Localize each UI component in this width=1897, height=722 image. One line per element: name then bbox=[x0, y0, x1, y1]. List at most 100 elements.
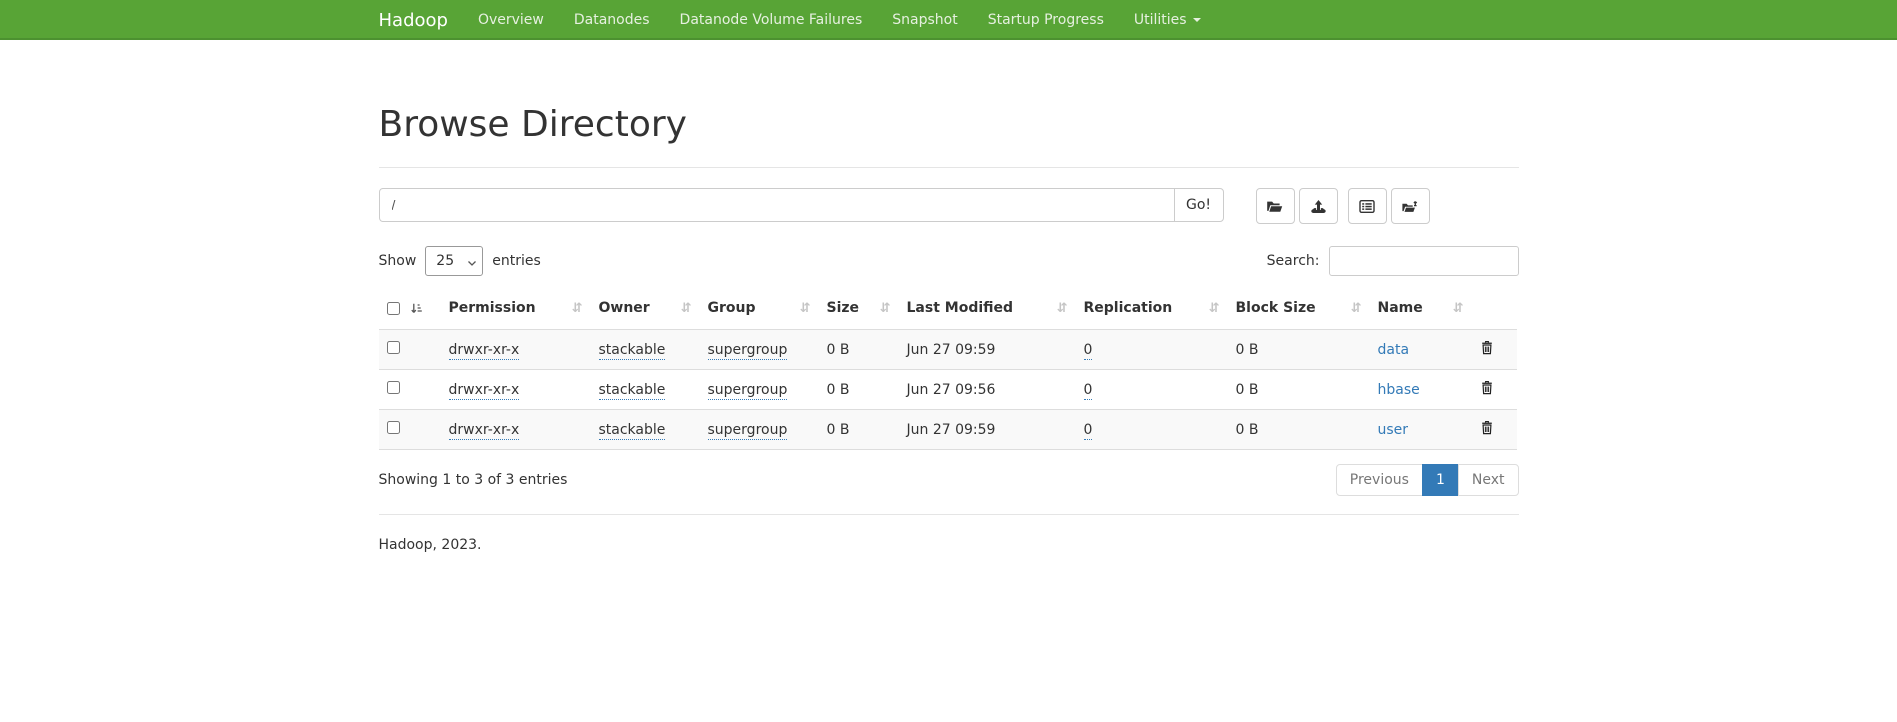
go-button[interactable]: Go! bbox=[1174, 188, 1224, 222]
column-header-name[interactable]: Name ⇵ bbox=[1370, 288, 1472, 330]
column-header-block-size[interactable]: Block Size ⇵ bbox=[1228, 288, 1370, 330]
column-label: Block Size bbox=[1236, 300, 1316, 316]
nav-item-overview[interactable]: Overview bbox=[463, 0, 559, 40]
footer-text: Hadoop, 2023. bbox=[379, 537, 1519, 553]
column-label: Last Modified bbox=[907, 300, 1014, 316]
directory-path-input[interactable] bbox=[379, 188, 1175, 222]
group-cell[interactable]: supergroup bbox=[708, 382, 788, 400]
upload-files-button[interactable] bbox=[1299, 188, 1338, 224]
column-label: Owner bbox=[599, 300, 650, 316]
column-label: Group bbox=[708, 300, 756, 316]
path-input-group: Go! bbox=[379, 188, 1224, 222]
select-all-header[interactable] bbox=[379, 288, 441, 330]
pagination-page-1[interactable]: 1 bbox=[1422, 464, 1459, 496]
delete-button[interactable] bbox=[1480, 380, 1494, 395]
sort-both-icon: ⇵ bbox=[681, 300, 692, 317]
sort-ascending-icon bbox=[410, 302, 423, 315]
directory-link[interactable]: data bbox=[1378, 342, 1410, 358]
nav-item-label: Overview bbox=[478, 12, 544, 28]
sort-both-icon: ⇵ bbox=[1453, 300, 1464, 317]
block-size-cell: 0 B bbox=[1236, 422, 1259, 438]
owner-cell[interactable]: stackable bbox=[599, 382, 666, 400]
row-checkbox[interactable] bbox=[387, 341, 400, 354]
delete-button[interactable] bbox=[1480, 340, 1494, 355]
column-header-last-modified[interactable]: Last Modified ⇵ bbox=[899, 288, 1076, 330]
nav-item-label: Startup Progress bbox=[988, 12, 1104, 28]
navbar-container: Hadoop Overview Datanodes Datanode Volum… bbox=[379, 0, 1519, 40]
search-label: Search: bbox=[1267, 253, 1320, 269]
navbar: Hadoop Overview Datanodes Datanode Volum… bbox=[0, 0, 1897, 40]
move-file-button[interactable] bbox=[1391, 188, 1430, 224]
group-cell[interactable]: supergroup bbox=[708, 342, 788, 360]
cloud-upload-icon bbox=[1310, 199, 1327, 214]
nav-item-utilities-dropdown[interactable]: Utilities bbox=[1119, 0, 1216, 40]
pagination-previous[interactable]: Previous bbox=[1336, 464, 1423, 496]
row-checkbox[interactable] bbox=[387, 381, 400, 394]
size-cell: 0 B bbox=[827, 342, 850, 358]
main-content: Browse Directory Go! bbox=[379, 104, 1519, 553]
search-input[interactable] bbox=[1329, 246, 1519, 276]
permission-cell[interactable]: drwxr-xr-x bbox=[449, 382, 520, 400]
permission-cell[interactable]: drwxr-xr-x bbox=[449, 422, 520, 440]
table-info: Showing 1 to 3 of 3 entries bbox=[379, 472, 568, 488]
last-modified-cell: Jun 27 09:56 bbox=[907, 382, 996, 398]
column-label: Size bbox=[827, 300, 860, 316]
last-modified-cell: Jun 27 09:59 bbox=[907, 342, 996, 358]
nav-item-snapshot[interactable]: Snapshot bbox=[877, 0, 972, 40]
replication-cell[interactable]: 0 bbox=[1084, 382, 1093, 400]
column-label: Replication bbox=[1084, 300, 1173, 316]
sort-both-icon: ⇵ bbox=[880, 300, 891, 317]
trash-icon bbox=[1480, 420, 1494, 435]
folder-open-icon bbox=[1266, 199, 1284, 214]
nav-item-datanodes[interactable]: Datanodes bbox=[559, 0, 665, 40]
show-label: Show bbox=[379, 253, 417, 269]
nav-item-startup-progress[interactable]: Startup Progress bbox=[973, 0, 1119, 40]
delete-button[interactable] bbox=[1480, 420, 1494, 435]
size-cell: 0 B bbox=[827, 382, 850, 398]
directory-link[interactable]: user bbox=[1378, 422, 1409, 438]
sort-both-icon: ⇵ bbox=[1209, 300, 1220, 317]
navbar-menu: Overview Datanodes Datanode Volume Failu… bbox=[463, 0, 1216, 40]
nav-item-datanode-volume-failures[interactable]: Datanode Volume Failures bbox=[665, 0, 878, 40]
last-modified-cell: Jun 27 09:59 bbox=[907, 422, 996, 438]
select-all-checkbox[interactable] bbox=[387, 302, 400, 315]
column-header-size[interactable]: Size ⇵ bbox=[819, 288, 899, 330]
footer-divider bbox=[379, 514, 1519, 515]
block-size-cell: 0 B bbox=[1236, 382, 1259, 398]
column-header-permission[interactable]: Permission⇵ bbox=[441, 288, 591, 330]
table-row: drwxr-xr-x stackable supergroup 0 B Jun … bbox=[379, 330, 1517, 370]
column-label: Permission bbox=[449, 300, 536, 316]
pagination-next[interactable]: Next bbox=[1458, 464, 1519, 496]
group-cell[interactable]: supergroup bbox=[708, 422, 788, 440]
owner-cell[interactable]: stackable bbox=[599, 422, 666, 440]
row-checkbox[interactable] bbox=[387, 421, 400, 434]
list-icon bbox=[1359, 199, 1375, 214]
column-header-group[interactable]: Group⇵ bbox=[700, 288, 819, 330]
owner-cell[interactable]: stackable bbox=[599, 342, 666, 360]
page-length-select-wrap: 25 bbox=[425, 246, 483, 276]
permission-cell[interactable]: drwxr-xr-x bbox=[449, 342, 520, 360]
table-header-row: Permission⇵ Owner⇵ Group⇵ Size⇵ Last Mod… bbox=[379, 288, 1517, 330]
directory-link[interactable]: hbase bbox=[1378, 382, 1420, 398]
block-size-cell: 0 B bbox=[1236, 342, 1259, 358]
page-title: Browse Directory bbox=[379, 104, 1519, 145]
title-divider bbox=[379, 167, 1519, 168]
table-row: drwxr-xr-x stackable supergroup 0 B Jun … bbox=[379, 410, 1517, 450]
column-header-replication[interactable]: Replication ⇵ bbox=[1076, 288, 1228, 330]
trash-icon bbox=[1480, 380, 1494, 395]
column-label: Name bbox=[1378, 300, 1423, 316]
nav-item-label: Datanodes bbox=[574, 12, 650, 28]
page-length-select[interactable]: 25 bbox=[425, 246, 483, 276]
sort-both-icon: ⇵ bbox=[1351, 300, 1362, 317]
column-header-owner[interactable]: Owner ⇵ bbox=[591, 288, 700, 330]
sort-both-icon: ⇵ bbox=[1057, 300, 1068, 317]
replication-cell[interactable]: 0 bbox=[1084, 422, 1093, 440]
page-length-control: Show 25 entries bbox=[379, 246, 541, 276]
search-control: Search: bbox=[1267, 246, 1519, 276]
navbar-brand[interactable]: Hadoop bbox=[379, 10, 448, 31]
replication-cell[interactable]: 0 bbox=[1084, 342, 1093, 360]
path-toolbar: Go! bbox=[379, 188, 1519, 224]
create-directory-button[interactable] bbox=[1256, 188, 1295, 224]
cut-and-paste-button[interactable] bbox=[1348, 188, 1387, 224]
directory-table: Permission⇵ Owner⇵ Group⇵ Size⇵ Last Mod… bbox=[379, 288, 1517, 450]
